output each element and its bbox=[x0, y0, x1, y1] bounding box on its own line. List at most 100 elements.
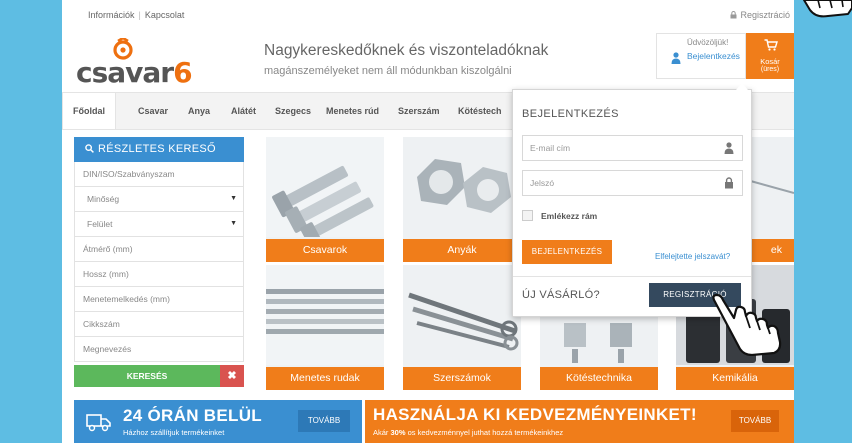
thread-pitch-input[interactable]: Menetemelkedés (mm) bbox=[74, 287, 244, 312]
delivery-title: 24 ÓRÁN BELÜL bbox=[123, 406, 262, 425]
cart-status: (üres) bbox=[760, 66, 780, 73]
length-input-placeholder: Hossz (mm) bbox=[83, 269, 129, 279]
welcome-box[interactable]: Üdvözöljük! Bejelentkezés bbox=[656, 33, 746, 79]
delivery-subtitle: Házhoz szállítjuk termékeinket bbox=[123, 428, 225, 437]
divider bbox=[513, 276, 751, 277]
user-icon bbox=[724, 142, 734, 154]
thread-pitch-input-placeholder: Menetemelkedés (mm) bbox=[83, 294, 170, 304]
discount-title: HASZNÁLJA KI KEDVEZMÉNYEINKET! bbox=[373, 405, 697, 424]
password-placeholder: Jelszó bbox=[530, 178, 555, 188]
name-input[interactable]: Megnevezés bbox=[74, 337, 244, 362]
rods-label: Menetes rudak bbox=[266, 367, 384, 390]
washers-label-text: ek bbox=[770, 244, 782, 256]
threaded-rods-image bbox=[266, 265, 384, 365]
diameter-input[interactable]: Átmérő (mm) bbox=[74, 237, 244, 262]
quality-select-value: Minőség bbox=[87, 194, 120, 204]
logo[interactable]: csavar6 bbox=[76, 36, 193, 89]
clear-button[interactable]: ✖ bbox=[220, 365, 244, 387]
forgot-password-link[interactable]: Elfelejtette jelszavát? bbox=[655, 252, 730, 261]
nav-item-nut[interactable]: Anya bbox=[188, 93, 210, 129]
tagline-main: Nagykereskedőknek és viszonteladóknak bbox=[264, 42, 549, 59]
discount-subtitle-pre: Akár bbox=[373, 428, 391, 437]
truck-icon bbox=[86, 414, 111, 432]
register-link-label: Regisztráció bbox=[740, 10, 790, 20]
surface-select-value: Felület bbox=[87, 219, 113, 229]
hand-pointer-icon bbox=[803, 0, 852, 18]
login-title: BEJELENTKEZÉS bbox=[522, 108, 619, 120]
din-input-placeholder: DIN/ISO/Szabványszam bbox=[83, 169, 175, 179]
remember-me-checkbox[interactable]: Emlékezz rám bbox=[522, 210, 597, 221]
discount-subtitle: Akár 30% os kedvezménnyel juthat hozzá t… bbox=[373, 428, 563, 437]
diameter-input-placeholder: Átmérő (mm) bbox=[83, 244, 133, 254]
info-link[interactable]: Információk bbox=[88, 10, 135, 20]
email-field[interactable]: E-mail cím bbox=[522, 135, 743, 161]
search-button[interactable]: KERESÉS bbox=[74, 365, 220, 387]
discount-subtitle-percent: 30% bbox=[390, 428, 406, 437]
header-login-link[interactable]: Bejelentkezés bbox=[687, 51, 740, 61]
nuts-label: Anyák bbox=[403, 239, 521, 262]
delivery-banner: 24 ÓRÁN BELÜL Házhoz szállítjuk termékei… bbox=[74, 400, 362, 443]
logo-text-dark: csavar bbox=[76, 56, 174, 89]
cart-label: Kosár bbox=[760, 57, 780, 66]
search-actions: KERESÉS ✖ bbox=[74, 365, 244, 387]
tagline-sub: magánszemélyeket nem áll módunkban kiszo… bbox=[264, 65, 512, 77]
category-tile-bolts[interactable]: Csavarok bbox=[266, 137, 384, 262]
top-links: Információk | Kapcsolat bbox=[88, 10, 184, 20]
nav-item-tool[interactable]: Szerszám bbox=[398, 93, 440, 129]
fixings-label: Kötéstechnika bbox=[540, 367, 658, 390]
login-button[interactable]: BEJELENTKEZÉS bbox=[522, 240, 612, 264]
top-bar: Információk | Kapcsolat Regisztráció bbox=[62, 0, 794, 33]
sku-input[interactable]: Cikkszám bbox=[74, 312, 244, 337]
user-icon bbox=[671, 52, 681, 64]
chevron-down-icon: ▼ bbox=[230, 220, 237, 227]
cart-button[interactable]: Kosár (üres) bbox=[746, 33, 794, 79]
email-placeholder: E-mail cím bbox=[530, 143, 571, 153]
separator: | bbox=[138, 10, 141, 20]
name-input-placeholder: Megnevezés bbox=[83, 344, 132, 354]
logo-text-accent: 6 bbox=[173, 56, 193, 89]
din-input[interactable]: DIN/ISO/Szabványszam bbox=[74, 162, 244, 187]
category-tile-tools[interactable]: Szerszámok bbox=[403, 265, 521, 390]
tagline: Nagykereskedőknek és viszonteladóknak ma… bbox=[264, 42, 549, 77]
contact-link[interactable]: Kapcsolat bbox=[145, 10, 185, 20]
bolts-label: Csavarok bbox=[266, 239, 384, 262]
tools-image bbox=[403, 265, 521, 365]
hand-pointer-icon bbox=[712, 293, 782, 356]
chemicals-label: Kemikália bbox=[676, 367, 794, 390]
chevron-down-icon: ▼ bbox=[230, 195, 237, 202]
nav-item-washer[interactable]: Alátét bbox=[231, 93, 256, 129]
discount-banner: HASZNÁLJA KI KEDVEZMÉNYEINKET! Akár 30% … bbox=[365, 400, 794, 443]
search-panel-header: RÉSZLETES KERESŐ bbox=[74, 137, 244, 162]
nav-item-threaded-rod[interactable]: Menetes rúd bbox=[326, 93, 379, 129]
lock-icon bbox=[730, 11, 737, 19]
discount-more-button[interactable]: TOVÁBB bbox=[731, 410, 779, 432]
checkbox-box bbox=[522, 210, 533, 221]
detailed-search-panel: RÉSZLETES KERESŐ DIN/ISO/Szabványszam Mi… bbox=[74, 137, 244, 387]
password-field[interactable]: Jelszó bbox=[522, 170, 743, 196]
dropdown-arrow bbox=[736, 83, 748, 90]
category-tile-nuts[interactable]: Anyák bbox=[403, 137, 521, 262]
new-customer-label: ÚJ VÁSÁRLÓ? bbox=[522, 289, 600, 301]
nav-item-home[interactable]: Főoldal bbox=[62, 93, 116, 129]
delivery-more-button[interactable]: TOVÁBB bbox=[298, 410, 350, 432]
logo-text: csavar6 bbox=[76, 56, 193, 89]
search-icon bbox=[85, 144, 94, 153]
category-tile-rods[interactable]: Menetes rudak bbox=[266, 265, 384, 390]
lock-icon bbox=[725, 177, 733, 189]
discount-subtitle-post: os kedvezménnyel juthat hozzá termékeink… bbox=[405, 428, 564, 437]
nav-item-rivet[interactable]: Szegecs bbox=[275, 93, 311, 129]
surface-select[interactable]: Felület ▼ bbox=[74, 212, 244, 237]
nuts-image bbox=[403, 137, 521, 237]
bolts-image bbox=[266, 137, 384, 237]
nav-item-fixing[interactable]: Kötéstech bbox=[458, 93, 502, 129]
nav-item-bolt[interactable]: Csavar bbox=[138, 93, 168, 129]
search-panel-title: RÉSZLETES KERESŐ bbox=[98, 143, 216, 155]
cart-icon bbox=[764, 39, 778, 51]
length-input[interactable]: Hossz (mm) bbox=[74, 262, 244, 287]
register-link[interactable]: Regisztráció bbox=[730, 10, 790, 20]
tools-label: Szerszámok bbox=[403, 367, 521, 390]
header: csavar6 Nagykereskedőknek és viszontelad… bbox=[62, 32, 794, 90]
welcome-greeting: Üdvözöljük! bbox=[687, 38, 729, 47]
login-dropdown: BEJELENTKEZÉS E-mail cím Jelszó Emlékezz… bbox=[512, 83, 752, 317]
quality-select[interactable]: Minőség ▼ bbox=[74, 187, 244, 212]
